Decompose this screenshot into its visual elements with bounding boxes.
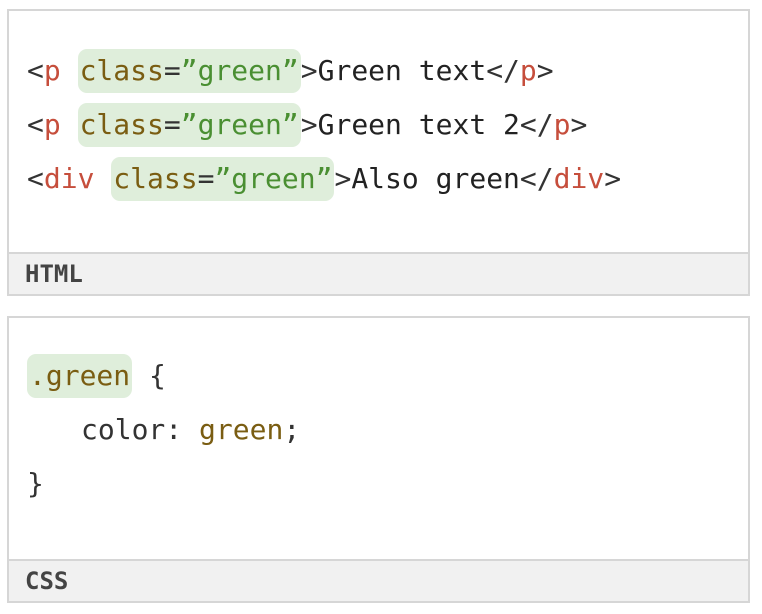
css-code-line-1: .green { [27,354,166,398]
close-bracket: > [334,162,352,195]
html-code-line-1: <p class=”green”>Green text</p> [27,49,554,93]
html-code-line-3: <div class=”green”>Also green</div> [27,157,621,201]
equals-sign: = [163,54,181,87]
element-text: Also green [351,162,520,195]
end-open-bracket: </ [519,162,554,195]
end-tag-name: p [519,54,537,87]
attribute-name: class [79,54,164,87]
open-bracket: < [27,108,44,141]
close-brace: } [27,467,44,500]
css-panel-label: CSS [25,567,69,595]
end-tag-name: p [553,108,571,141]
css-code-panel: .green { color: green; } CSS [7,316,750,603]
end-close-bracket: > [604,162,622,195]
attribute-name: class [79,108,164,141]
semicolon: ; [283,413,301,446]
css-selector: .green [29,359,131,392]
css-property: color [81,413,166,446]
attribute-value: ”green” [214,162,333,195]
selector-highlight: .green [27,354,133,398]
end-close-bracket: > [570,108,588,141]
html-code-line-2: <p class=”green”>Green text 2</p> [27,103,587,147]
class-attribute-highlight: class=”green” [111,157,335,201]
html-panel-footer: HTML [9,252,748,294]
close-bracket: > [300,54,318,87]
element-text: Green text [317,54,487,87]
html-code-panel: <p class=”green”>Green text</p> <p class… [7,9,750,296]
equals-sign: = [197,162,215,195]
end-open-bracket: </ [486,54,520,87]
end-close-bracket: > [536,54,554,87]
open-bracket: < [27,54,44,87]
colon: : [165,413,183,446]
css-code-line-3: } [27,462,44,506]
tag-name: p [43,54,61,87]
open-brace: { [149,359,166,392]
class-attribute-highlight: class=”green” [77,103,301,147]
equals-sign: = [163,108,181,141]
tag-name: div [43,162,95,195]
css-panel-footer: CSS [9,559,748,601]
attribute-name: class [113,162,198,195]
attribute-value: ”green” [180,108,299,141]
html-panel-label: HTML [25,260,83,288]
end-tag-name: div [553,162,605,195]
end-open-bracket: </ [519,108,554,141]
class-attribute-highlight: class=”green” [77,49,301,93]
css-value: green [199,413,284,446]
attribute-value: ”green” [180,54,299,87]
element-text: Green text 2 [317,108,520,141]
open-bracket: < [27,162,44,195]
css-code-line-2: color: green; [27,408,300,452]
close-bracket: > [300,108,318,141]
tag-name: p [43,108,61,141]
